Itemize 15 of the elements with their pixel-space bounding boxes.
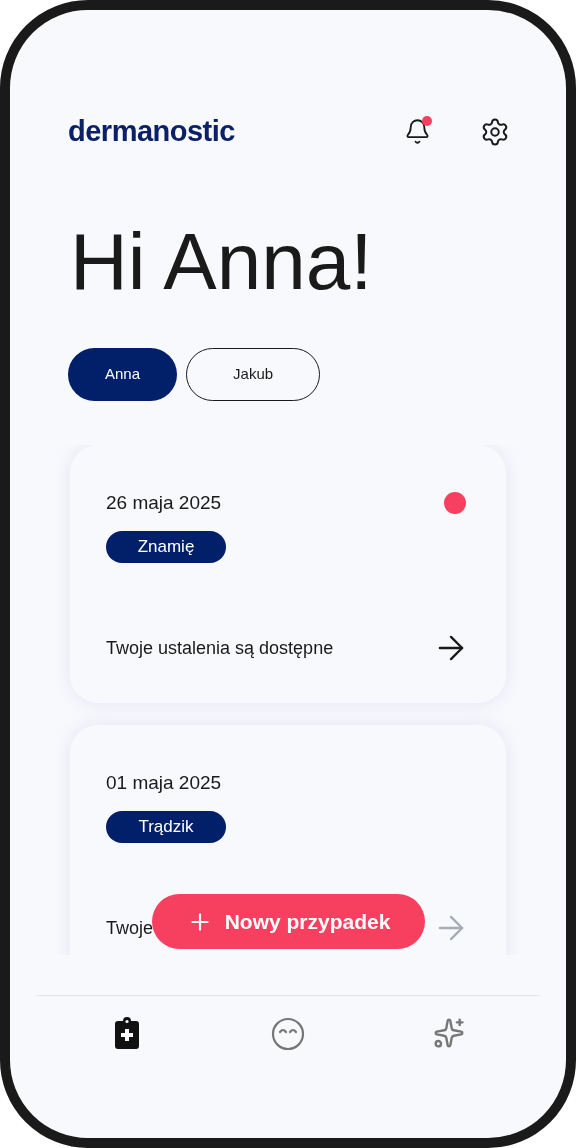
- clipboard-plus-icon[interactable]: [113, 1016, 140, 1050]
- sparkles-icon[interactable]: [433, 1016, 466, 1049]
- case-tag: Znamię: [106, 531, 226, 563]
- settings-icon[interactable]: [480, 116, 510, 147]
- case-message: Twoje: [106, 916, 154, 940]
- profile-tab[interactable]: Anna: [68, 347, 178, 401]
- case-card[interactable]: 26 maja 2025 Znamię Twoje ustalenia są dostępne: [70, 444, 506, 703]
- new-case-button[interactable]: Nowy przypadek: [152, 894, 425, 949]
- smiling-face-icon[interactable]: [271, 1016, 305, 1051]
- greeting-heading: Hi Anna!: [69, 221, 374, 302]
- case-tag: Trądzik: [106, 811, 226, 843]
- case-message: Twoje ustalenia są dostępne: [106, 636, 334, 660]
- app-logo: dermanostic: [68, 114, 235, 149]
- case-date: 01 maja 2025: [106, 770, 222, 795]
- case-date: 26 maja 2025: [106, 490, 222, 515]
